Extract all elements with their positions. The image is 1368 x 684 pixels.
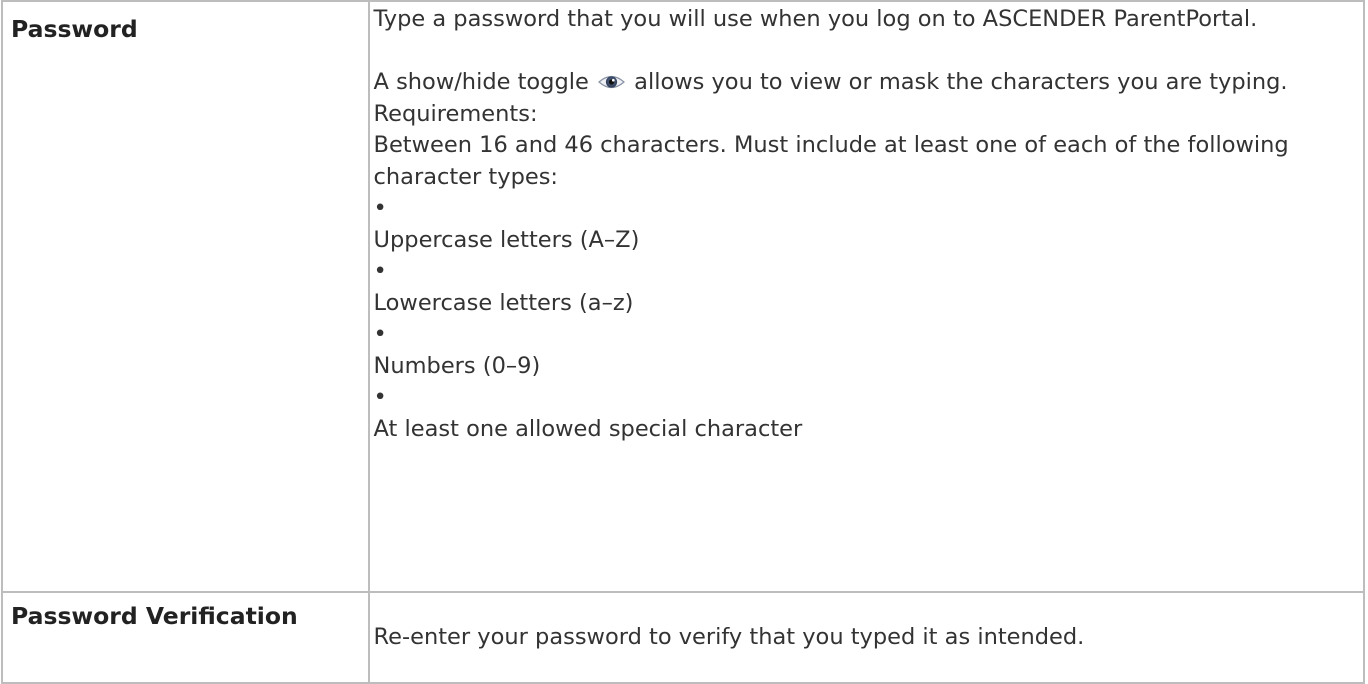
field-description-table: Password Type a password that you will u… xyxy=(1,0,1366,684)
field-description-password: Type a password that you will use when y… xyxy=(367,0,1366,593)
bullet-marker: • xyxy=(373,384,387,410)
requirements-text: Between 16 and 46 characters. Must inclu… xyxy=(373,132,1289,190)
toggle-text-before: A show/hide toggle xyxy=(373,69,589,95)
bullet-marker: • xyxy=(373,321,387,347)
list-item: Numbers (0–9) xyxy=(373,352,541,379)
requirements-heading: Requirements: xyxy=(373,100,538,127)
password-intro-text: Type a password that you will use when y… xyxy=(373,6,1258,32)
table-row: Password Type a password that you will u… xyxy=(1,0,1366,593)
field-name-password: Password xyxy=(1,0,370,593)
field-name-password-verification: Password Verification xyxy=(1,591,370,684)
field-description-password-verification: Re-enter your password to verify that yo… xyxy=(367,591,1366,684)
eye-icon xyxy=(598,69,625,89)
table-row: Password Verification Re-enter your pass… xyxy=(1,591,1366,684)
bullet-marker: • xyxy=(373,195,387,221)
toggle-text-after: allows you to view or mask the character… xyxy=(634,69,1288,95)
list-item: At least one allowed special character xyxy=(373,415,803,442)
bullet-marker: • xyxy=(373,258,387,284)
list-item: Uppercase letters (A–Z) xyxy=(373,226,640,253)
toggle-description: A show/hide toggle allows you to view or… xyxy=(374,67,1353,99)
list-item: Lowercase letters (a–z) xyxy=(373,289,634,316)
